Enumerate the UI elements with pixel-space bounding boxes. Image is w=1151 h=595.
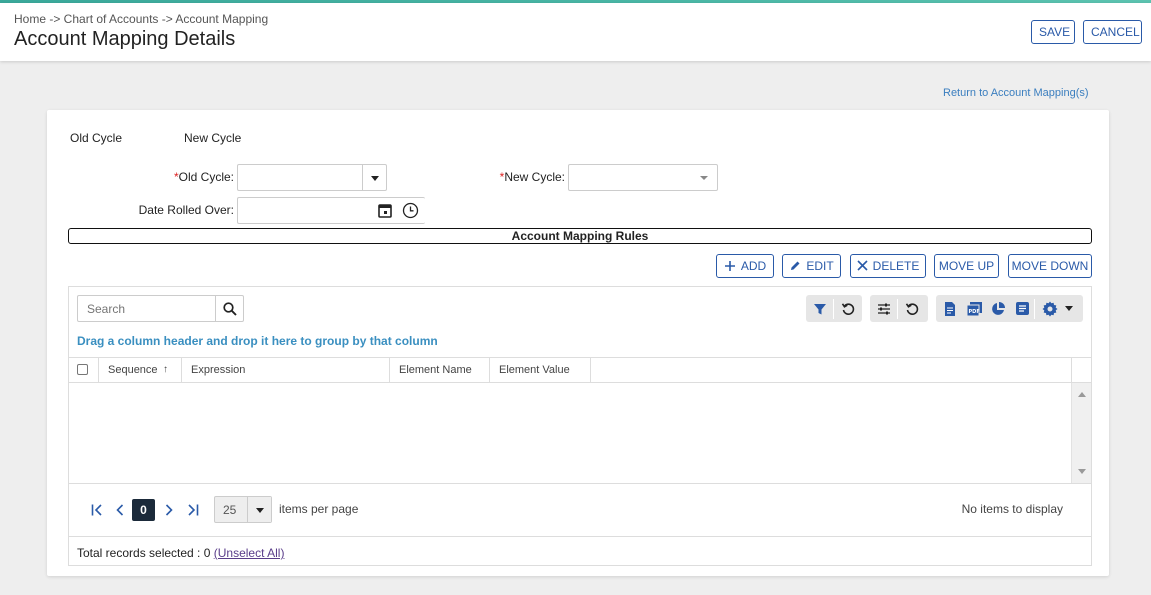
total-records-selected: Total records selected : 0 (Unselect All… (77, 546, 284, 560)
column-header-element-name[interactable]: Element Name (390, 358, 490, 383)
svg-text:PDF: PDF (968, 309, 979, 315)
old-cycle-label-text: Old Cycle: (178, 170, 234, 184)
return-to-account-mappings-link[interactable]: Return to Account Mapping(s) (943, 87, 1089, 99)
columns-toolbar-group (870, 295, 928, 322)
column-header-expression[interactable]: Expression (182, 358, 390, 383)
old-cycle-label: *Old Cycle: (157, 170, 234, 184)
search-input[interactable] (78, 296, 216, 321)
move-down-button[interactable]: MOVE DOWN (1008, 254, 1092, 278)
reset-columns-icon[interactable] (898, 295, 925, 322)
edit-label: EDIT (806, 259, 834, 273)
previous-page-button[interactable] (109, 499, 131, 521)
move-up-button[interactable]: MOVE UP (934, 254, 999, 278)
delete-button[interactable]: DELETE (850, 254, 926, 278)
table-header: Sequence ↑ Expression Element Name Eleme… (69, 357, 1091, 383)
chevron-down-icon[interactable] (247, 497, 271, 522)
chevron-down-icon[interactable] (362, 165, 386, 190)
list-icon[interactable] (1010, 295, 1034, 322)
old-cycle-dropdown[interactable] (237, 164, 387, 191)
tab-old-cycle[interactable]: Old Cycle (70, 131, 122, 145)
clock-icon[interactable] (402, 202, 419, 222)
plus-icon (724, 260, 735, 271)
no-items-message: No items to display (961, 502, 1063, 516)
scroll-up-arrow[interactable] (1078, 392, 1086, 397)
last-page-button[interactable] (181, 499, 203, 521)
account-mapping-rules-grid: PDF Drag a column header and drop it her… (68, 286, 1092, 566)
add-button[interactable]: ADD (716, 254, 774, 278)
filter-icon[interactable] (806, 295, 833, 322)
search-icon (223, 302, 237, 316)
tab-new-cycle[interactable]: New Cycle (184, 131, 241, 145)
page-size-dropdown[interactable]: 25 (214, 496, 272, 523)
current-page[interactable]: 0 (132, 499, 155, 521)
document-icon[interactable] (938, 295, 962, 322)
total-records-label: Total records selected : 0 (77, 546, 211, 560)
add-label: ADD (740, 259, 767, 273)
filter-toolbar-group (806, 295, 862, 322)
column-header-sequence[interactable]: Sequence ↑ (99, 358, 182, 383)
column-header-sequence-label: Sequence (108, 364, 158, 376)
search-button[interactable] (215, 296, 243, 321)
table-body (69, 383, 1091, 483)
cancel-button[interactable]: CANCEL (1083, 20, 1142, 44)
gear-icon (1042, 301, 1057, 316)
grid-footer: Total records selected : 0 (Unselect All… (69, 536, 1091, 566)
vertical-scrollbar[interactable] (1071, 383, 1091, 483)
page-title: Account Mapping Details (14, 28, 236, 50)
pie-chart-icon[interactable] (986, 295, 1010, 322)
close-icon (857, 260, 868, 271)
page-header: Home -> Chart of Accounts -> Account Map… (0, 3, 1151, 61)
breadcrumb[interactable]: Home -> Chart of Accounts -> Account Map… (14, 12, 268, 26)
export-toolbar-group: PDF (936, 295, 1083, 322)
reset-filter-icon[interactable] (834, 295, 861, 322)
new-cycle-label-text: New Cycle: (504, 170, 565, 184)
pdf-icon[interactable]: PDF (962, 295, 986, 322)
column-header-element-value[interactable]: Element Value (490, 358, 591, 383)
group-by-hint[interactable]: Drag a column header and drop it here to… (77, 334, 438, 348)
calendar-icon[interactable] (378, 203, 392, 221)
items-per-page-label: items per page (279, 502, 359, 516)
details-card: Old Cycle New Cycle *Old Cycle: *New Cyc… (47, 110, 1109, 576)
save-button[interactable]: SAVE (1031, 20, 1075, 44)
page-size-value: 25 (223, 503, 237, 517)
new-cycle-dropdown[interactable] (568, 164, 718, 191)
chevron-down-icon (1064, 306, 1073, 311)
sort-ascending-icon: ↑ (163, 364, 168, 375)
pager: 0 25 items per page No items to display (69, 483, 1091, 536)
delete-label: DELETE (872, 259, 920, 273)
next-page-button[interactable] (158, 499, 180, 521)
first-page-button[interactable] (86, 499, 108, 521)
settings-menu[interactable] (1035, 295, 1079, 322)
edit-button[interactable]: EDIT (782, 254, 841, 278)
header-scroll-spacer (1071, 358, 1091, 383)
select-all-cell (69, 358, 99, 383)
scroll-down-arrow[interactable] (1078, 469, 1086, 474)
unselect-all-link[interactable]: (Unselect All) (214, 546, 285, 560)
select-all-checkbox[interactable] (77, 364, 88, 375)
account-mapping-rules-header: Account Mapping Rules (68, 228, 1092, 244)
date-rolled-over-input[interactable] (237, 197, 425, 224)
pencil-icon (791, 261, 800, 270)
new-cycle-label: *New Cycle: (487, 170, 565, 184)
sliders-icon[interactable] (870, 295, 897, 322)
search-box (77, 295, 244, 322)
date-rolled-over-label: Date Rolled Over: (138, 203, 234, 217)
